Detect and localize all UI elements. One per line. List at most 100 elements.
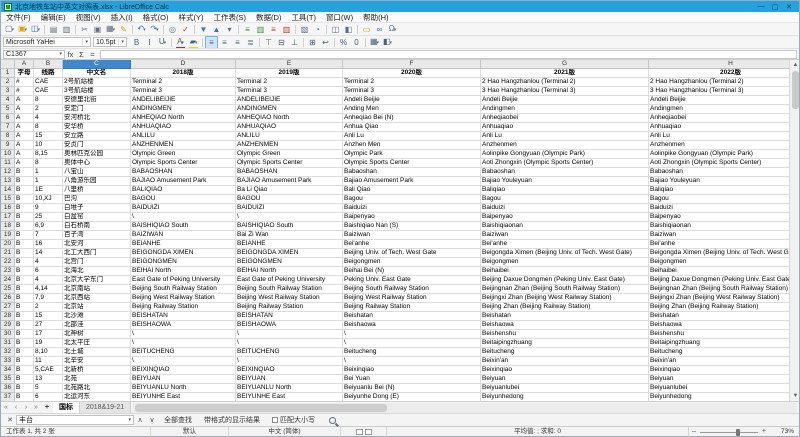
menu-tools[interactable]: 工具(T)	[286, 12, 321, 23]
cell-A17[interactable]: B	[15, 213, 34, 222]
cell-A23[interactable]: B	[15, 267, 34, 276]
cell-F29[interactable]: Beishaowa	[343, 321, 481, 330]
cell-H20[interactable]: Bei'anhe	[649, 240, 789, 249]
cell-C13[interactable]: 八角游乐园	[63, 177, 131, 186]
cell-E20[interactable]: BEIANHE	[236, 240, 343, 249]
cell-G34[interactable]: Beixinqiao	[481, 366, 649, 375]
chevron-down-icon[interactable]: ▾	[113, 27, 116, 33]
row-header-5[interactable]: 5	[1, 105, 15, 114]
chevron-down-icon[interactable]: ▾	[377, 40, 380, 46]
cell-C31[interactable]: 北太平庄	[63, 339, 131, 348]
cell-D37[interactable]: BEIYUNHE East	[131, 393, 236, 401]
row-header-16[interactable]: 16	[1, 204, 15, 213]
cell-G19[interactable]: Baiziwan	[481, 231, 649, 240]
cell-B11[interactable]: 8	[34, 159, 63, 168]
row-header-32[interactable]: 32	[1, 348, 15, 357]
chevron-down-icon[interactable]: ▾	[118, 39, 124, 45]
bold-icon[interactable]: B	[130, 37, 143, 48]
cell-B36[interactable]: 5	[34, 384, 63, 393]
cell-H14[interactable]: Baliqiao	[649, 186, 789, 195]
cell-C14[interactable]: 八里桥	[63, 186, 131, 195]
cell-E25[interactable]: Beijing South Railway Station	[236, 285, 343, 294]
close-button[interactable]: ✕	[782, 3, 796, 11]
cell-F5[interactable]: Anding Men	[343, 105, 481, 114]
copy-icon[interactable]: ▣	[91, 24, 104, 35]
cell-G14[interactable]: Baliqiao	[481, 186, 649, 195]
cell-H19[interactable]: Baiziwan	[649, 231, 789, 240]
column-header-C[interactable]: C	[63, 60, 131, 69]
cell-D27[interactable]: Beijing Railway Station	[131, 303, 236, 312]
merge-cells-icon[interactable]: ⊞	[306, 37, 319, 48]
cell-B24[interactable]: 4	[34, 276, 63, 285]
special-character-icon[interactable]: Ω▾	[386, 23, 399, 36]
column-header-F[interactable]: F	[343, 60, 481, 69]
cell-A25[interactable]: B	[15, 285, 34, 294]
cell-F28[interactable]: Beishatan	[343, 312, 481, 321]
cell-D33[interactable]: \	[131, 357, 236, 366]
cell-B10[interactable]: 8,15	[34, 150, 63, 159]
row-header-19[interactable]: 19	[1, 231, 15, 240]
maximize-button[interactable]: ▢	[768, 3, 782, 11]
print-preview-icon[interactable]: ▥	[60, 24, 73, 35]
zoom-in-icon[interactable]: +	[762, 427, 766, 437]
cell-E7[interactable]: ANHUAQIAO	[236, 123, 343, 132]
cell-F11[interactable]: Olympic Sports Center	[343, 159, 481, 168]
cell-C7[interactable]: 安华桥	[63, 123, 131, 132]
align-center-icon[interactable]: ≡	[218, 37, 231, 48]
cell-D26[interactable]: Beijing West Railway Station	[131, 294, 236, 303]
cell-G21[interactable]: Beigongda Ximen (Beijing Univ. of Tech. …	[481, 249, 649, 258]
cell-D21[interactable]: BEIGONGDA XIMEN	[131, 249, 236, 258]
first-sheet-icon[interactable]: «	[1, 404, 11, 411]
cell-F14[interactable]: Bali Qiao	[343, 186, 481, 195]
insert-row-icon[interactable]: ≡	[241, 24, 254, 35]
cell-F6[interactable]: Anheqiao Bei (N)	[343, 114, 481, 123]
menu-file[interactable]: 文件(F)	[1, 12, 36, 23]
cell-D31[interactable]: \	[131, 339, 236, 348]
column-header-B[interactable]: B	[34, 60, 63, 69]
cell-E21[interactable]: BEIGONGDA XIMEN	[236, 249, 343, 258]
formula-input[interactable]	[100, 50, 797, 59]
cell-B14[interactable]: 1E	[34, 186, 63, 195]
borders-icon[interactable]: ▦▾	[368, 36, 381, 49]
insert-mode-icon[interactable]	[356, 429, 363, 435]
cell-D18[interactable]: BAISHIQIAO South	[131, 222, 236, 231]
cell-D4[interactable]: ANDELIBEIJIE	[131, 96, 236, 105]
cell-F30[interactable]: \	[343, 330, 481, 339]
align-top-icon[interactable]: ⊤	[262, 37, 275, 48]
function-wizard-icon[interactable]: fx	[65, 50, 76, 59]
cell-F23[interactable]: Beihai Bei (N)	[343, 267, 481, 276]
find-replace-icon[interactable]: ◎	[166, 24, 179, 35]
cell-E5[interactable]: ANDINGMEN	[236, 105, 343, 114]
cell-A11[interactable]: A	[15, 159, 34, 168]
row-header-36[interactable]: 36	[1, 384, 15, 393]
cell-A29[interactable]: B	[15, 321, 34, 330]
cell-H11[interactable]: Aoti Zhongxin (Olympic Sports Center)	[649, 159, 789, 168]
cell-G11[interactable]: Aoti Zhongxin (Olympic Sports Center)	[481, 159, 649, 168]
cell-F9[interactable]: Anzhen Men	[343, 141, 481, 150]
cell-E15[interactable]: BAGOU	[236, 195, 343, 204]
cell-D24[interactable]: East Gate of Peking University	[131, 276, 236, 285]
cell-G13[interactable]: Bajiao Youleyuan	[481, 177, 649, 186]
cell-G30[interactable]: Beishenshu	[481, 330, 649, 339]
cell-F32[interactable]: Beitucheng	[343, 348, 481, 357]
cell-B4[interactable]: 8	[34, 96, 63, 105]
cell-G24[interactable]: Beijing Daxue Dongmen (Peking Univ. East…	[481, 276, 649, 285]
cell-A4[interactable]: A	[15, 96, 34, 105]
cell-B34[interactable]: 5,CAE	[34, 366, 63, 375]
background-color-icon[interactable]: ◧▾	[381, 36, 394, 49]
scroll-down-icon[interactable]: ▼	[790, 391, 799, 401]
cell-F36[interactable]: Beiyuanlu Bei (N)	[343, 384, 481, 393]
row-header-21[interactable]: 21	[1, 249, 15, 258]
column-header-D[interactable]: D	[131, 60, 236, 69]
cell-A20[interactable]: B	[15, 240, 34, 249]
cell-H36[interactable]: Beiyuanlubei	[649, 384, 789, 393]
selection-mode-icon[interactable]	[365, 429, 372, 435]
cell-E29[interactable]: BEISHAOWA	[236, 321, 343, 330]
cell-D13[interactable]: BAJIAO Amusement Park	[131, 177, 236, 186]
next-sheet-icon[interactable]: ›	[21, 404, 31, 411]
cell-G33[interactable]: Beixin'an	[481, 357, 649, 366]
menu-edit[interactable]: 编辑(E)	[36, 12, 71, 23]
cell-B33[interactable]: 11	[34, 357, 63, 366]
row-header-34[interactable]: 34	[1, 366, 15, 375]
row-header-28[interactable]: 28	[1, 312, 15, 321]
